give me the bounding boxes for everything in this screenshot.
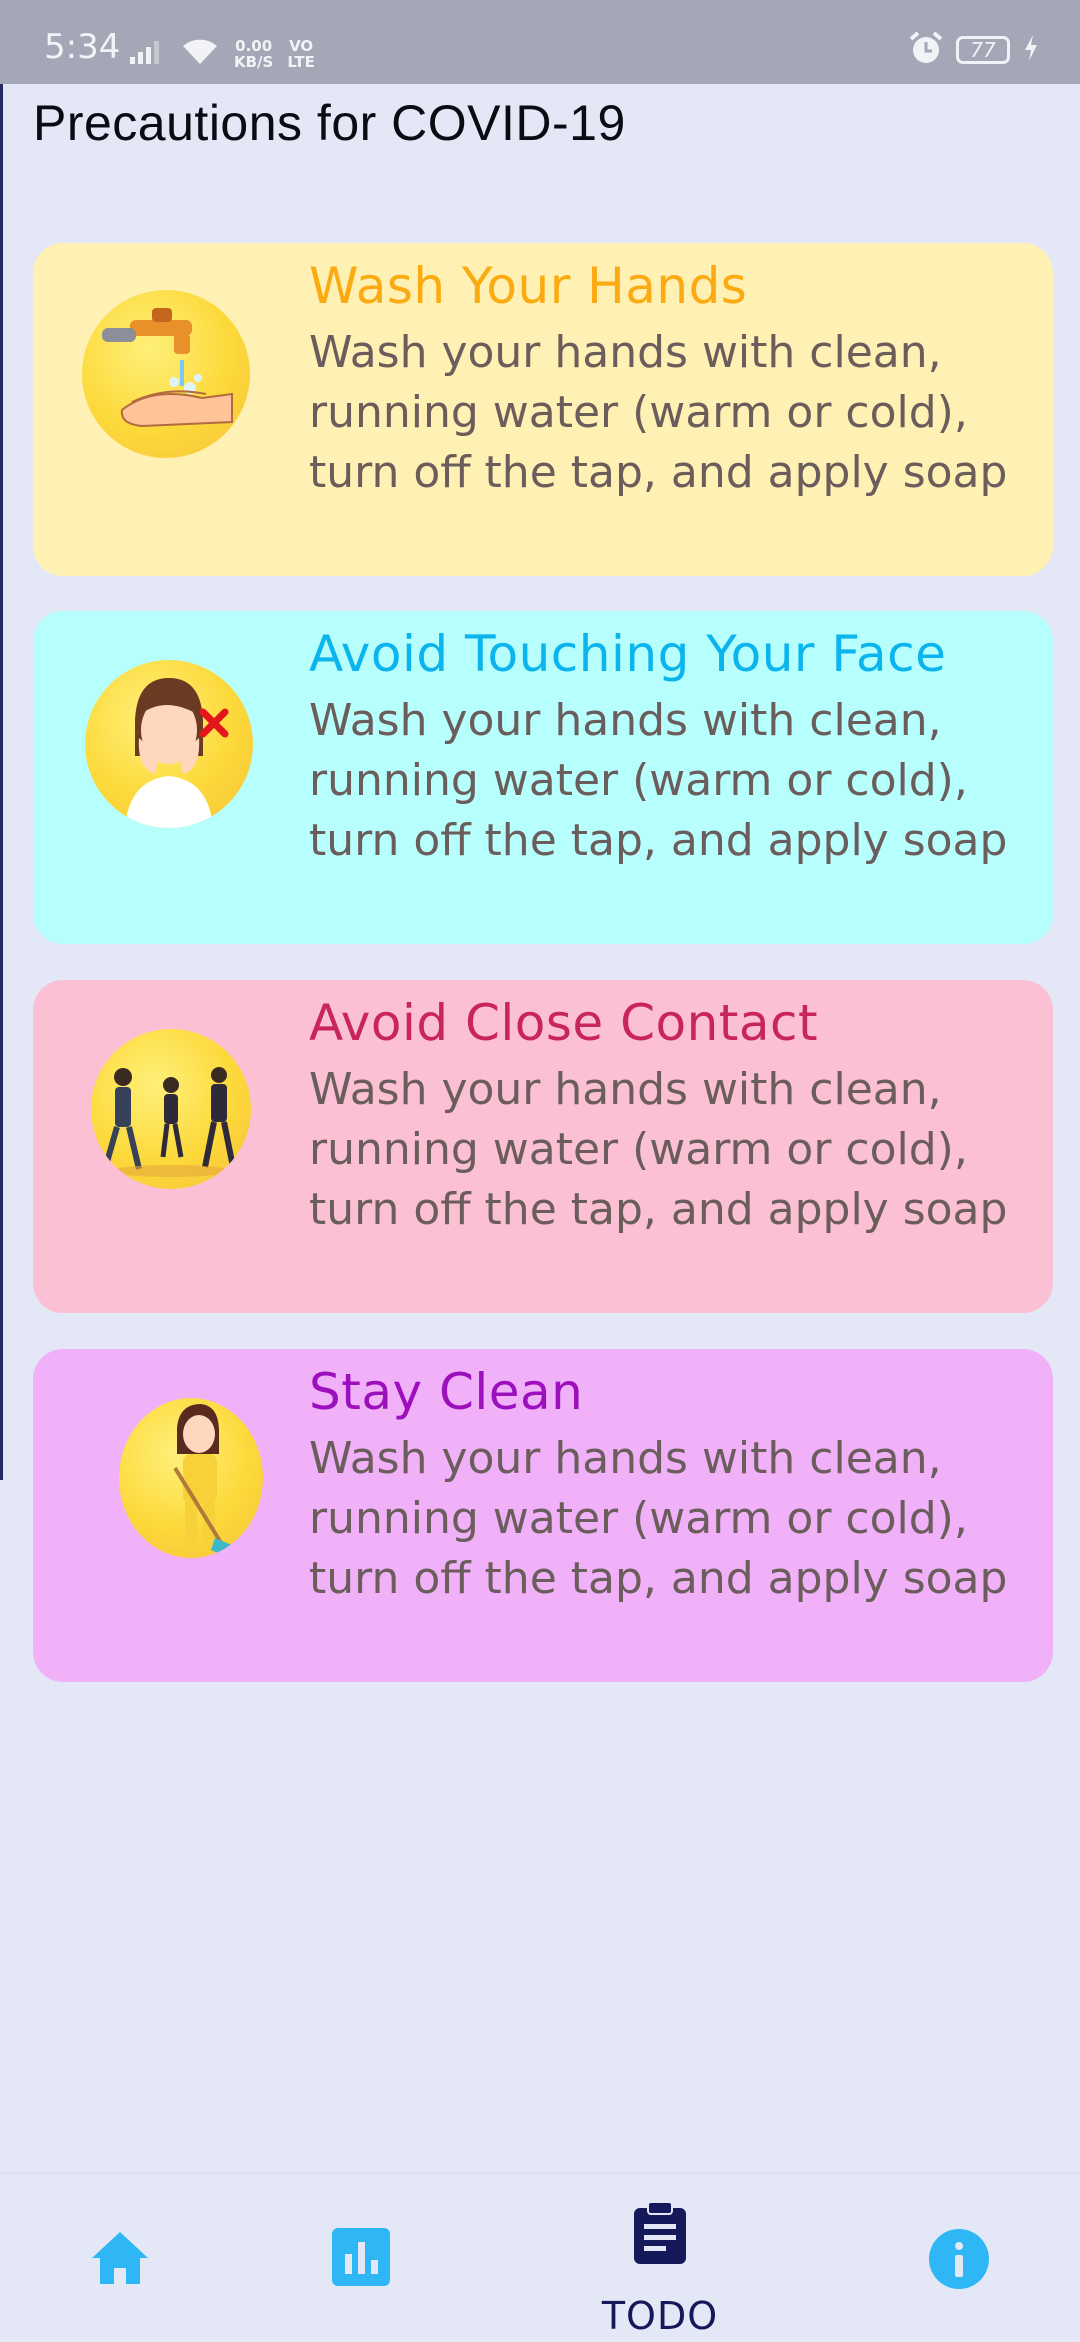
card-description: Wash your hands with clean, running wate… bbox=[309, 327, 1008, 498]
washing-hands-icon bbox=[82, 290, 250, 458]
net-speed-unit: KB/S bbox=[234, 53, 274, 71]
nav-label-todo: TODO bbox=[601, 2294, 719, 2338]
card-description: Wash your hands with clean, running wate… bbox=[309, 695, 1008, 866]
status-right-icons: 77 bbox=[908, 30, 1040, 70]
charging-icon bbox=[1022, 33, 1040, 67]
card-title: Avoid Close Contact bbox=[309, 994, 819, 1052]
card-title: Stay Clean bbox=[309, 1363, 584, 1421]
card-title: Avoid Touching Your Face bbox=[309, 625, 947, 683]
alarm-icon bbox=[908, 30, 944, 70]
nav-item-info[interactable] bbox=[904, 2174, 1014, 2342]
status-bar: 5:34 0.00 KB/S VO LTE 77 bbox=[0, 0, 1080, 84]
cleaning-icon bbox=[119, 1398, 263, 1558]
card-description: Wash your hands with clean, running wate… bbox=[309, 1064, 1008, 1235]
status-left-icons: 0.00 KB/S VO LTE bbox=[128, 30, 315, 70]
bottom-nav: TODO bbox=[0, 2172, 1080, 2342]
net-speed: 0.00 KB/S bbox=[234, 38, 273, 70]
info-icon bbox=[928, 2228, 990, 2294]
home-icon bbox=[90, 2230, 150, 2290]
network-type: VO LTE bbox=[287, 38, 315, 70]
net-speed-value: 0.00 bbox=[235, 37, 273, 55]
card-title: Wash Your Hands bbox=[309, 257, 748, 315]
card-description: Wash your hands with clean, running wate… bbox=[309, 1433, 1008, 1604]
nav-item-home[interactable] bbox=[66, 2174, 176, 2342]
precaution-card-stay-clean[interactable]: Stay Clean Wash your hands with clean, r… bbox=[33, 1349, 1053, 1682]
no-face-touching-icon bbox=[85, 660, 253, 828]
network-type-top: VO bbox=[289, 37, 314, 55]
nav-item-todo[interactable]: TODO bbox=[590, 2174, 730, 2342]
clipboard-icon bbox=[632, 2200, 688, 2268]
wifi-icon bbox=[180, 36, 220, 70]
precaution-card-avoid-face[interactable]: Avoid Touching Your Face Wash your hands… bbox=[33, 611, 1053, 944]
precaution-card-avoid-contact[interactable]: Avoid Close Contact Wash your hands with… bbox=[33, 980, 1053, 1313]
battery-icon: 77 bbox=[956, 36, 1010, 64]
status-time: 5:34 bbox=[44, 27, 121, 67]
signal-icon bbox=[128, 38, 166, 70]
window-edge bbox=[0, 84, 3, 1480]
social-distancing-icon bbox=[91, 1029, 251, 1189]
nav-item-stats[interactable] bbox=[306, 2174, 416, 2342]
stats-icon bbox=[332, 2228, 390, 2290]
page-title: Precautions for COVID-19 bbox=[33, 95, 626, 151]
network-type-bottom: LTE bbox=[287, 53, 315, 71]
precaution-card-wash-hands[interactable]: Wash Your Hands Wash your hands with cle… bbox=[33, 243, 1053, 576]
